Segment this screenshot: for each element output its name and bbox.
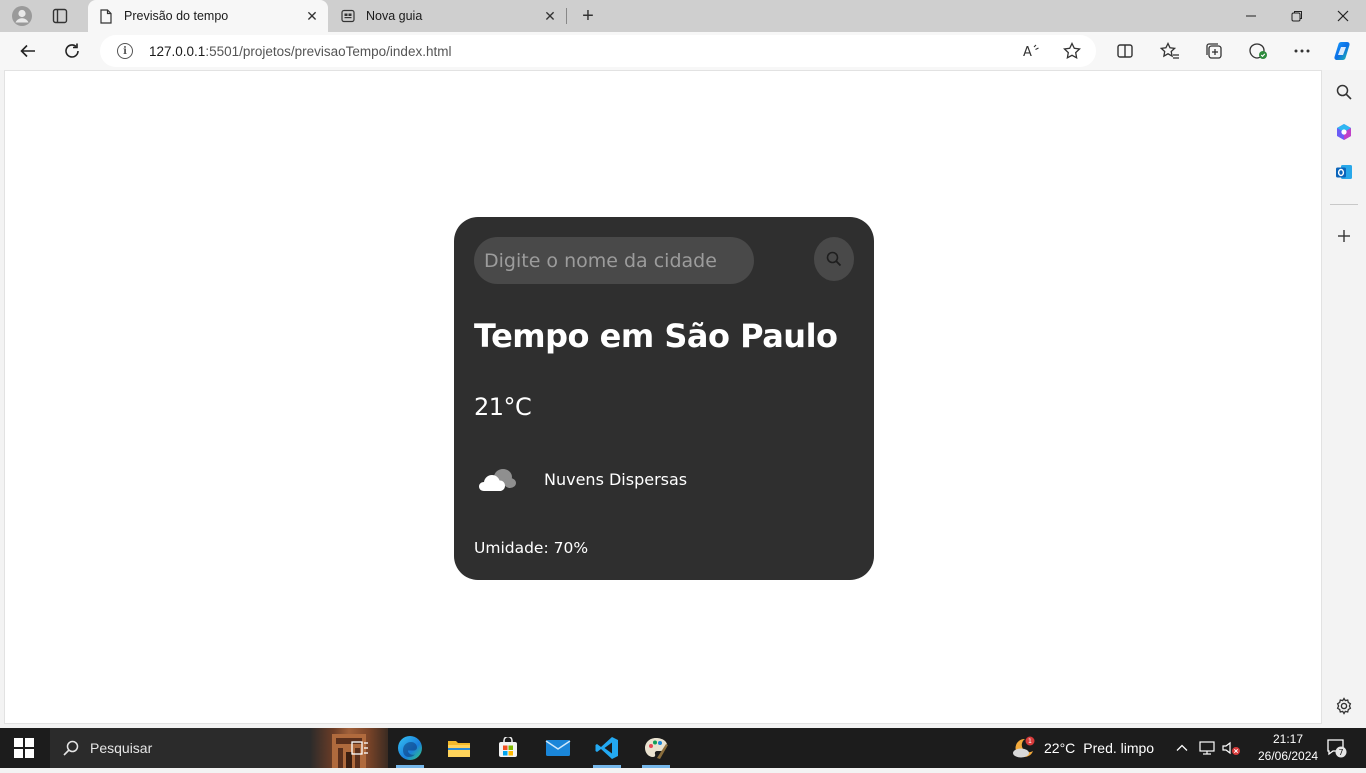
task-view-icon[interactable] (340, 732, 380, 764)
page-viewport: Tempo em São Paulo 21°C Nuvens Dispersas… (4, 70, 1322, 724)
tab-title: Previsão do tempo (124, 9, 229, 23)
windows-taskbar: Pesquisar 1 22°C Pred. limpo 21:17 26/06 (0, 728, 1366, 768)
clock-date: 26/06/2024 (1258, 749, 1319, 763)
page-icon (98, 8, 114, 24)
taskbar-weather-widget[interactable]: 1 22°C Pred. limpo (1010, 728, 1154, 768)
search-icon (63, 740, 79, 756)
favorites-icon[interactable] (1158, 39, 1182, 63)
clock-time: 21:17 (1272, 732, 1304, 746)
file-explorer-icon[interactable] (439, 732, 479, 764)
notification-center-icon[interactable]: 7 (1326, 738, 1347, 758)
browser-essentials-icon[interactable] (1246, 39, 1270, 63)
address-bar[interactable]: i 127.0.0.1:5501/projetos/previsaoTempo/… (100, 35, 1096, 67)
profile-icon[interactable] (8, 4, 36, 28)
close-tab-icon[interactable]: ✕ (540, 6, 560, 26)
taskbar-search-box[interactable]: Pesquisar (50, 728, 388, 768)
sidebar-divider (1330, 204, 1358, 205)
new-tab-plus-icon[interactable]: + (576, 4, 600, 28)
back-arrow-icon[interactable] (14, 37, 42, 65)
show-hidden-icons-chevron-icon[interactable] (1175, 728, 1189, 768)
tab-nova-guia[interactable]: Nova guia ✕ (330, 0, 566, 32)
browser-toolbar: i 127.0.0.1:5501/projetos/previsaoTempo/… (0, 32, 1366, 70)
windows-start-icon[interactable] (14, 738, 34, 758)
weather-moon-icon: 1 (1013, 736, 1035, 758)
network-icon[interactable] (1198, 728, 1216, 768)
city-weather-title: Tempo em São Paulo (474, 317, 838, 355)
temperature-value: 21°C (474, 393, 532, 421)
reload-icon[interactable] (58, 37, 86, 65)
edge-browser-icon[interactable] (390, 732, 430, 768)
microsoft-store-icon[interactable] (488, 732, 528, 764)
search-button[interactable] (814, 237, 854, 281)
minimize-icon[interactable] (1228, 0, 1274, 32)
tab-separator (566, 8, 567, 24)
tab-title: Nova guia (366, 9, 423, 23)
collections-icon[interactable] (1202, 39, 1226, 63)
microsoft-365-icon[interactable] (1332, 120, 1356, 144)
volume-muted-icon[interactable] (1221, 728, 1241, 768)
site-info-icon[interactable]: i (117, 43, 133, 59)
restore-icon[interactable] (1274, 0, 1320, 32)
more-options-icon[interactable] (1290, 39, 1314, 63)
close-window-icon[interactable] (1320, 0, 1366, 32)
paint-app-icon[interactable] (636, 732, 676, 768)
favorite-star-icon[interactable] (1062, 41, 1082, 61)
copilot-icon[interactable] (1331, 39, 1355, 63)
svg-text:7: 7 (1338, 748, 1343, 757)
close-tab-icon[interactable]: ✕ (302, 6, 322, 26)
humidity-value: Umidade: 70% (474, 539, 589, 557)
svg-text:1: 1 (1028, 737, 1032, 745)
search-icon[interactable] (1332, 80, 1356, 104)
tab-previsao-do-tempo[interactable]: Previsão do tempo ✕ (88, 0, 328, 32)
system-clock[interactable]: 21:17 26/06/2024 (1258, 731, 1318, 765)
weather-card: Tempo em São Paulo 21°C Nuvens Dispersas… (454, 217, 874, 580)
outlook-icon[interactable] (1332, 160, 1356, 184)
search-icon (826, 251, 842, 267)
weather-description: Nuvens Dispersas (544, 470, 688, 489)
settings-gear-icon[interactable] (1332, 694, 1356, 718)
cloud-icon (479, 469, 516, 491)
browser-titlebar: Previsão do tempo ✕ Nova guia ✕ + (0, 0, 1366, 32)
city-search-input[interactable] (474, 237, 754, 284)
svg-text:A: A (1023, 45, 1032, 59)
edge-sidebar (1322, 70, 1366, 728)
split-screen-icon[interactable] (1113, 39, 1137, 63)
new-tab-page-icon (340, 8, 356, 24)
taskbar-search-label: Pesquisar (90, 740, 153, 756)
add-sidebar-app-icon[interactable] (1332, 224, 1356, 248)
url-text[interactable]: 127.0.0.1:5501/projetos/previsaoTempo/in… (149, 44, 451, 59)
read-aloud-icon[interactable]: A (1022, 41, 1042, 61)
taskbar-weather-temp: 22°C (1044, 740, 1076, 756)
taskbar-weather-text: Pred. limpo (1083, 740, 1155, 756)
mail-icon[interactable] (538, 732, 578, 764)
vscode-icon[interactable] (587, 732, 627, 768)
tab-actions-icon[interactable] (46, 4, 74, 28)
